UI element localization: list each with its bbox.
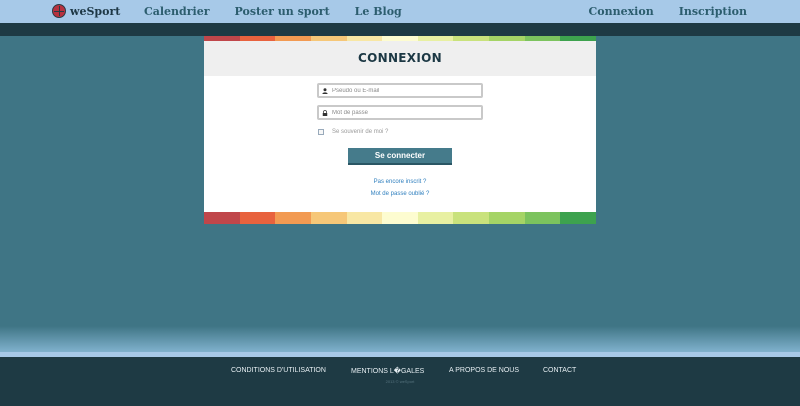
login-header: CONNEXION <box>204 41 596 76</box>
rainbow-stripe-bottom <box>204 212 597 224</box>
login-title: CONNEXION <box>358 51 442 65</box>
stripe-segment <box>310 212 347 224</box>
footer-link-contact[interactable]: CONTACT <box>543 367 576 374</box>
nav-right: Connexion Inscription <box>589 5 747 18</box>
footer-link-conditions[interactable]: CONDITIONS D'UTILISATION <box>231 367 326 374</box>
footer-glow <box>0 326 800 352</box>
remember-label[interactable]: Se souvenir de moi ? <box>332 129 388 135</box>
stripe-segment <box>560 212 597 224</box>
nav-link-calendrier[interactable]: Calendrier <box>144 5 210 18</box>
nav-link-inscription[interactable]: Inscription <box>679 5 747 18</box>
stripe-segment <box>382 212 418 224</box>
remember-me: Se souvenir de moi ? <box>318 129 388 135</box>
username-input[interactable] <box>332 87 472 94</box>
nav-link-connexion[interactable]: Connexion <box>589 5 654 18</box>
footer: CONDITIONS D'UTILISATION MENTIONS L�GALE… <box>0 357 800 406</box>
copyright: 2013 © weSport <box>385 379 415 384</box>
lock-icon <box>322 109 328 116</box>
password-field[interactable] <box>317 105 483 120</box>
stripe-segment <box>275 212 311 224</box>
nav-link-le-blog[interactable]: Le Blog <box>355 5 402 18</box>
brand-name: weSport <box>70 4 121 18</box>
footer-link-a-propos[interactable]: A PROPOS DE NOUS <box>449 367 519 374</box>
user-icon <box>322 87 328 94</box>
footer-link-mentions-legales[interactable]: MENTIONS L�GALES <box>351 367 424 375</box>
username-field[interactable] <box>317 83 483 98</box>
stripe-segment <box>489 212 525 224</box>
login-card: CONNEXION Se souvenir de moi ? Se connec… <box>204 36 597 224</box>
login-button[interactable]: Se connecter <box>348 148 452 165</box>
brand-logo[interactable]: weSport <box>52 4 120 18</box>
stripe-segment <box>346 212 383 224</box>
stripe-segment <box>453 212 490 224</box>
stripe-segment <box>417 212 454 224</box>
stripe-segment <box>239 212 276 224</box>
stripe-segment <box>524 212 561 224</box>
signup-link[interactable]: Pas encore inscrit ? <box>204 179 596 185</box>
forgot-password-link[interactable]: Mot de passe oublié ? <box>204 191 596 197</box>
top-navbar: weSport Calendrier Poster un sport Le Bl… <box>0 0 800 23</box>
nav-link-poster-un-sport[interactable]: Poster un sport <box>235 5 330 18</box>
header-strip <box>0 23 800 36</box>
ball-logo-icon <box>52 4 66 18</box>
password-input[interactable] <box>332 109 472 116</box>
nav-left: Calendrier Poster un sport Le Blog <box>144 5 402 18</box>
stripe-segment <box>204 212 240 224</box>
remember-checkbox[interactable] <box>318 129 324 135</box>
